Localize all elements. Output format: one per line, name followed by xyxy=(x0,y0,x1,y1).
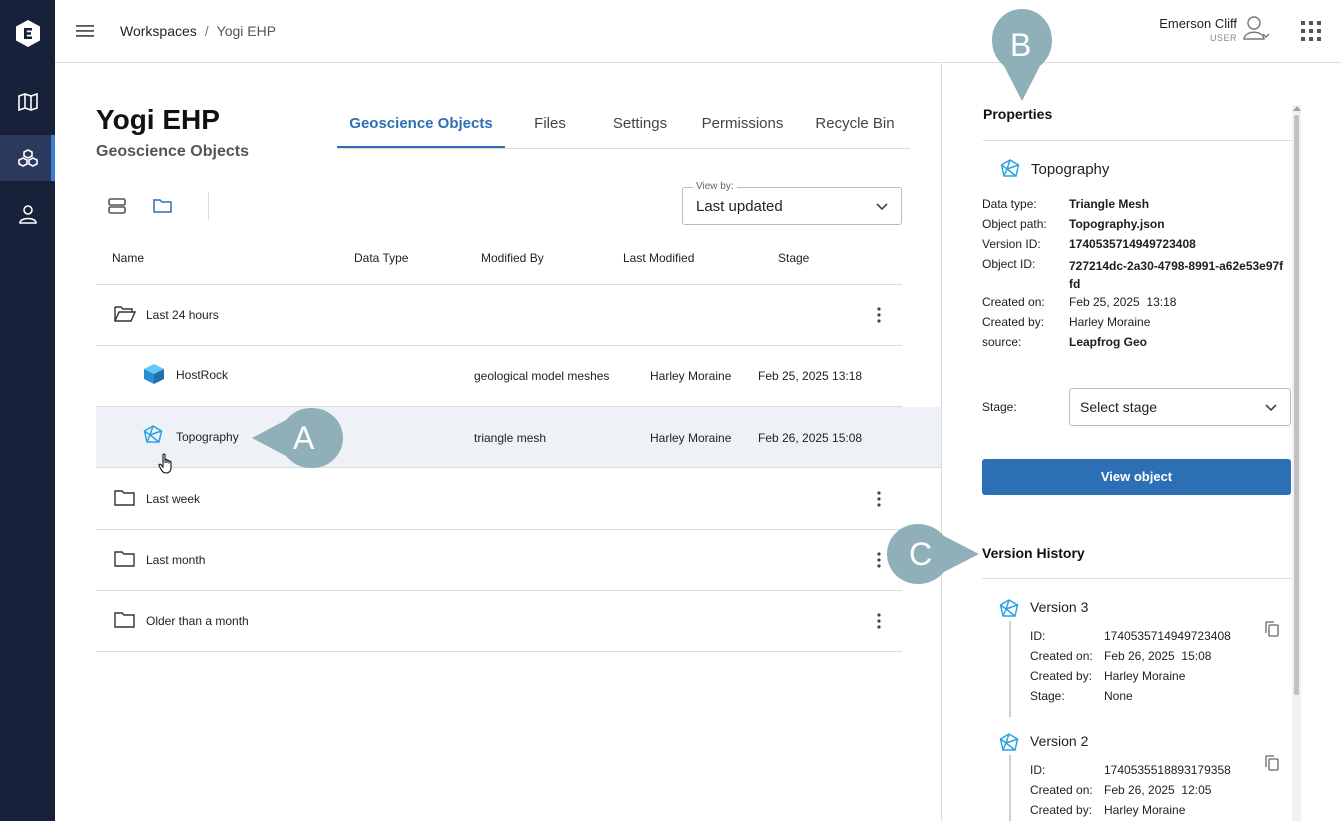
prop-value: Topography.json xyxy=(1069,217,1165,231)
folder-icon xyxy=(114,612,135,628)
user-account-icon[interactable] xyxy=(1243,15,1271,43)
tab-bar: Geoscience Objects Files Settings Permis… xyxy=(337,100,910,149)
nav-map-icon[interactable] xyxy=(0,79,55,125)
user-role: USER xyxy=(1209,33,1237,43)
prop-value: 727214dc-2a30-4798-8991-a62e53e97ffd xyxy=(1069,259,1284,291)
toolbar-divider xyxy=(208,192,209,220)
group-row-last-24-hours[interactable]: Last 24 hours xyxy=(96,285,902,346)
left-rail xyxy=(0,0,55,821)
tab-settings[interactable]: Settings xyxy=(595,100,685,148)
object-modified-by: Harley Moraine xyxy=(650,369,732,383)
chevron-down-icon xyxy=(876,203,888,211)
object-name[interactable]: HostRock xyxy=(176,368,228,382)
callout-c-letter: C xyxy=(909,536,933,572)
object-name[interactable]: Topography xyxy=(176,430,239,444)
breadcrumb: Workspaces / Yogi EHP xyxy=(120,23,276,39)
prop-value: Feb 25, 2025 13:18 xyxy=(1069,295,1177,309)
breadcrumb-current: Yogi EHP xyxy=(216,23,277,39)
copy-icon[interactable] xyxy=(1265,621,1279,637)
callout-c-shape xyxy=(887,524,979,584)
stage-select[interactable]: Select stage xyxy=(1069,388,1291,426)
properties-panel: Properties Topography Data type: Triangl… xyxy=(941,63,1341,821)
view-by-value: Last updated xyxy=(696,198,783,215)
group-label: Last week xyxy=(146,492,201,506)
prop-value: 1740535714949723408 xyxy=(1069,237,1196,251)
column-name[interactable]: Name xyxy=(112,251,144,265)
object-modified-by: Harley Moraine xyxy=(650,431,732,445)
hamburger-menu-icon[interactable] xyxy=(75,22,95,40)
object-last-modified: Feb 26, 2025 15:08 xyxy=(758,431,863,445)
chevron-down-icon xyxy=(1265,404,1277,412)
top-bar: Workspaces / Yogi EHP Emerson Cliff USER xyxy=(55,0,1341,63)
object-last-modified: Feb 25, 2025 13:18 xyxy=(758,369,863,383)
prop-value: Harley Moraine xyxy=(1069,315,1151,329)
prop-value: Leapfrog Geo xyxy=(1069,335,1148,349)
nav-objects-icon[interactable] xyxy=(0,135,55,181)
prop-key: Created by: xyxy=(982,315,1045,329)
breadcrumb-separator: / xyxy=(204,23,209,39)
view-by-label: View by: xyxy=(693,181,737,192)
callout-b: B xyxy=(991,8,1053,102)
prop-value: Triangle Mesh xyxy=(1069,197,1150,211)
object-data-type: geological model meshes xyxy=(474,369,610,383)
more-options-icon[interactable] xyxy=(877,307,881,323)
table-row-topography[interactable]: Topography triangle mesh Harley Moraine … xyxy=(96,407,942,474)
stage-select-value: Select stage xyxy=(1080,399,1158,415)
column-modified-by[interactable]: Modified By xyxy=(481,251,544,265)
tab-files[interactable]: Files xyxy=(505,100,595,148)
list-view-icon[interactable] xyxy=(106,196,128,216)
divider xyxy=(983,140,1293,141)
column-last-modified[interactable]: Last Modified xyxy=(623,251,694,265)
properties-title: Properties xyxy=(983,106,1053,122)
page-subtitle: Geoscience Objects xyxy=(96,143,249,160)
folder-view-icon[interactable] xyxy=(152,196,174,216)
prop-key: Created on: xyxy=(982,295,1045,309)
group-row-last-week[interactable]: Last week xyxy=(96,469,902,530)
more-options-icon[interactable] xyxy=(877,552,881,568)
prop-key: Version ID: xyxy=(982,237,1041,251)
app-logo-icon[interactable] xyxy=(16,20,40,47)
column-data-type[interactable]: Data Type xyxy=(354,251,408,265)
view-by-select[interactable]: View by: Last updated xyxy=(682,181,902,225)
folder-icon xyxy=(114,490,135,506)
callout-a-letter: A xyxy=(293,420,315,456)
callout-b-letter: B xyxy=(1010,27,1032,63)
user-name: Emerson Cliff xyxy=(1159,16,1237,31)
view-object-button[interactable]: View object xyxy=(982,459,1291,495)
geological-model-icon xyxy=(144,364,164,384)
folder-icon xyxy=(114,551,135,567)
user-info[interactable]: Emerson Cliff USER xyxy=(1157,16,1237,43)
table-row-hostrock[interactable]: HostRock geological model meshes Harley … xyxy=(96,346,902,407)
group-row-last-month[interactable]: Last month xyxy=(96,530,902,591)
breadcrumb-workspaces[interactable]: Workspaces xyxy=(120,23,197,39)
apps-grid-icon[interactable] xyxy=(1301,21,1321,41)
more-options-icon[interactable] xyxy=(877,491,881,507)
group-label: Last 24 hours xyxy=(146,308,219,322)
selected-object-name: Topography xyxy=(1031,161,1110,178)
tab-recycle-bin[interactable]: Recycle Bin xyxy=(800,100,910,148)
tab-permissions[interactable]: Permissions xyxy=(685,100,800,148)
more-options-icon[interactable] xyxy=(877,613,881,629)
nav-user-icon[interactable] xyxy=(0,191,55,237)
page-title: Yogi EHP xyxy=(96,104,220,135)
column-stage[interactable]: Stage xyxy=(778,251,809,265)
table-header: Name Data Type Modified By Last Modified… xyxy=(96,240,902,285)
tab-geoscience-objects[interactable]: Geoscience Objects xyxy=(337,100,505,148)
folder-open-icon xyxy=(114,306,136,322)
callout-c: C xyxy=(886,524,980,584)
group-row-older-than-a-month[interactable]: Older than a month xyxy=(96,591,902,652)
object-data-type: triangle mesh xyxy=(474,431,547,445)
prop-key: Object ID: xyxy=(982,257,1036,271)
prop-key: Data type: xyxy=(982,197,1037,211)
prop-key: source: xyxy=(982,335,1022,349)
group-label: Older than a month xyxy=(146,614,249,628)
triangle-mesh-icon xyxy=(143,425,163,443)
prop-key: Object path: xyxy=(982,217,1047,231)
group-label: Last month xyxy=(146,553,206,567)
triangle-mesh-icon xyxy=(1000,159,1020,177)
callout-a: A xyxy=(252,408,344,468)
copy-icon[interactable] xyxy=(1265,755,1279,771)
